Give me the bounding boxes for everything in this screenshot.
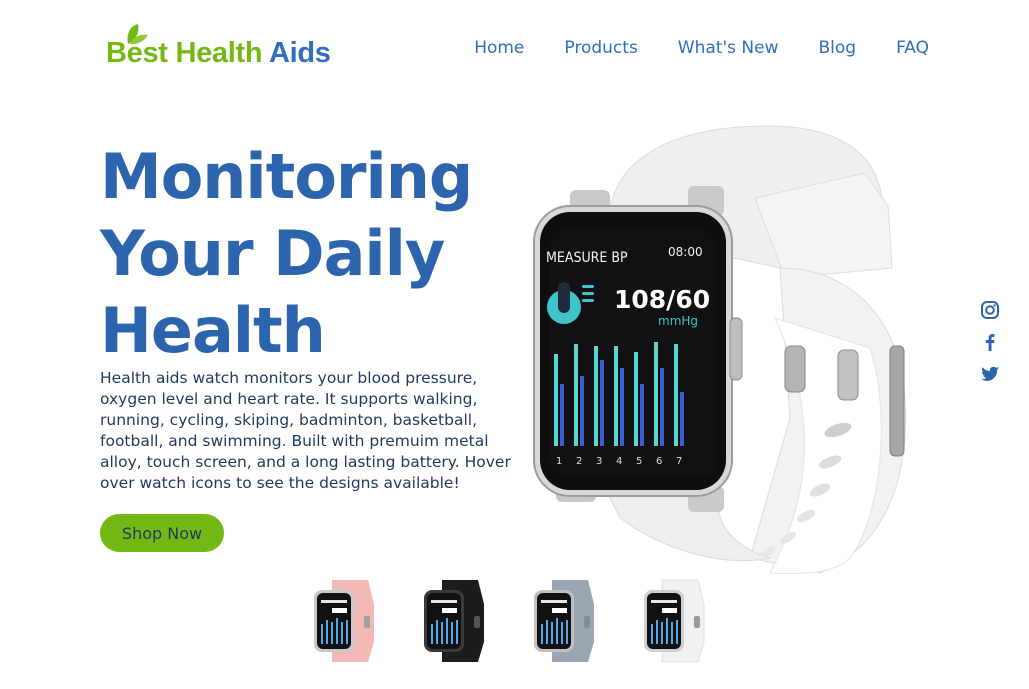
twitter-icon[interactable] bbox=[980, 364, 1000, 384]
brand-word-health: Health bbox=[175, 37, 263, 69]
grey-watch-thumbnail[interactable] bbox=[530, 576, 600, 666]
watch-mode-label: MEASURE BP bbox=[546, 250, 628, 266]
hero-title-line-1: Monitoring bbox=[100, 140, 473, 213]
white-watch-thumbnail[interactable] bbox=[640, 576, 710, 666]
hero-watch-image: MEASURE BP 08:00 108/60 mmHg 1 2 3 4 5 6… bbox=[533, 125, 907, 575]
brand-word-aids: Aids bbox=[268, 37, 331, 69]
pink-watch-thumbnail[interactable] bbox=[310, 576, 380, 666]
instagram-icon[interactable] bbox=[980, 300, 1000, 320]
shop-now-button[interactable]: Shop Now bbox=[100, 514, 224, 552]
watch-bp-unit: mmHg bbox=[658, 314, 698, 328]
day-label: 2 bbox=[576, 456, 582, 467]
facebook-icon[interactable] bbox=[980, 332, 1000, 352]
hero-title-line-3: Health bbox=[100, 294, 326, 367]
nav-products[interactable]: Products bbox=[564, 38, 637, 58]
nav-home[interactable]: Home bbox=[474, 38, 524, 58]
day-label: 6 bbox=[656, 456, 662, 467]
main-nav: Home Products What's New Blog FAQ bbox=[474, 38, 929, 58]
day-label: 5 bbox=[636, 456, 642, 467]
nav-whats-new[interactable]: What's New bbox=[678, 38, 779, 58]
hero-title: Monitoring Your Daily Health bbox=[100, 138, 520, 369]
hero-description: Health aids watch monitors your blood pr… bbox=[100, 369, 511, 492]
day-label: 7 bbox=[676, 456, 682, 467]
day-label: 1 bbox=[556, 456, 562, 467]
black-watch-thumbnail[interactable] bbox=[420, 576, 490, 666]
leaf-icon bbox=[127, 24, 148, 45]
day-label: 4 bbox=[616, 456, 622, 467]
hero-title-line-2: Your Daily bbox=[100, 217, 445, 290]
watch-variant-thumbnails bbox=[310, 576, 710, 666]
nav-faq[interactable]: FAQ bbox=[896, 38, 929, 58]
social-links bbox=[978, 300, 1002, 384]
watch-bp-reading: 108/60 bbox=[614, 285, 710, 314]
watch-time: 08:00 bbox=[668, 245, 703, 259]
day-label: 3 bbox=[596, 456, 602, 467]
nav-blog[interactable]: Blog bbox=[818, 38, 856, 58]
brand-logo[interactable]: Best Health Aids bbox=[106, 24, 331, 68]
